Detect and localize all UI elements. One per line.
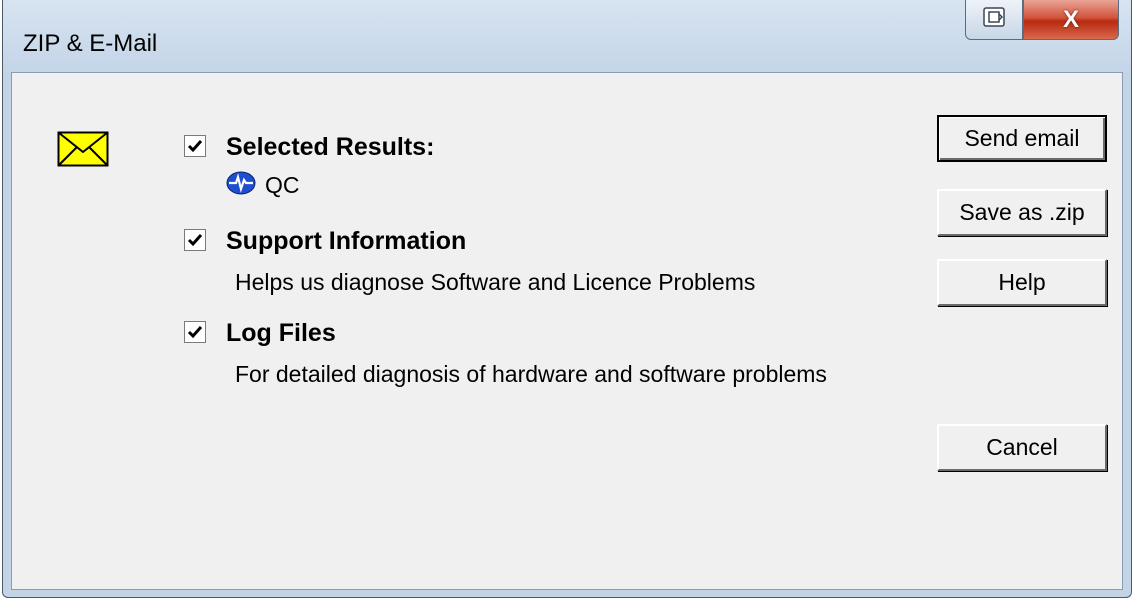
restore-button[interactable]: [965, 0, 1023, 40]
checkmark-icon: [187, 326, 203, 339]
zip-email-dialog: ZIP & E-Mail X Selected Results: QC Supp…: [2, 0, 1132, 598]
pulse-badge-icon: [226, 171, 256, 200]
checkmark-icon: [187, 140, 203, 153]
cancel-button[interactable]: Cancel: [937, 424, 1107, 471]
close-icon: X: [1062, 5, 1079, 33]
title-bar[interactable]: ZIP & E-Mail X: [3, 0, 1131, 72]
selected-results-checkbox[interactable]: [184, 135, 206, 157]
support-information-checkbox[interactable]: [184, 229, 206, 251]
log-files-description: For detailed diagnosis of hardware and s…: [235, 361, 827, 387]
log-files-label[interactable]: Log Files: [226, 319, 336, 348]
envelope-icon: [57, 131, 109, 172]
selected-results-label[interactable]: Selected Results:: [226, 133, 434, 162]
checkmark-icon: [187, 234, 203, 247]
support-information-description: Helps us diagnose Software and Licence P…: [235, 269, 756, 295]
result-label: QC: [265, 171, 300, 198]
save-zip-button[interactable]: Save as .zip: [937, 189, 1107, 236]
send-email-button[interactable]: Send email: [937, 115, 1107, 162]
window-title: ZIP & E-Mail: [23, 30, 158, 57]
result-item-qc: QC: [226, 171, 300, 199]
dialog-body: Selected Results: QC Support Information…: [11, 72, 1123, 590]
close-button[interactable]: X: [1023, 0, 1119, 40]
support-information-label[interactable]: Support Information: [226, 227, 466, 256]
help-button[interactable]: Help: [937, 259, 1107, 306]
log-files-checkbox[interactable]: [184, 321, 206, 343]
restore-icon: [983, 7, 1005, 32]
